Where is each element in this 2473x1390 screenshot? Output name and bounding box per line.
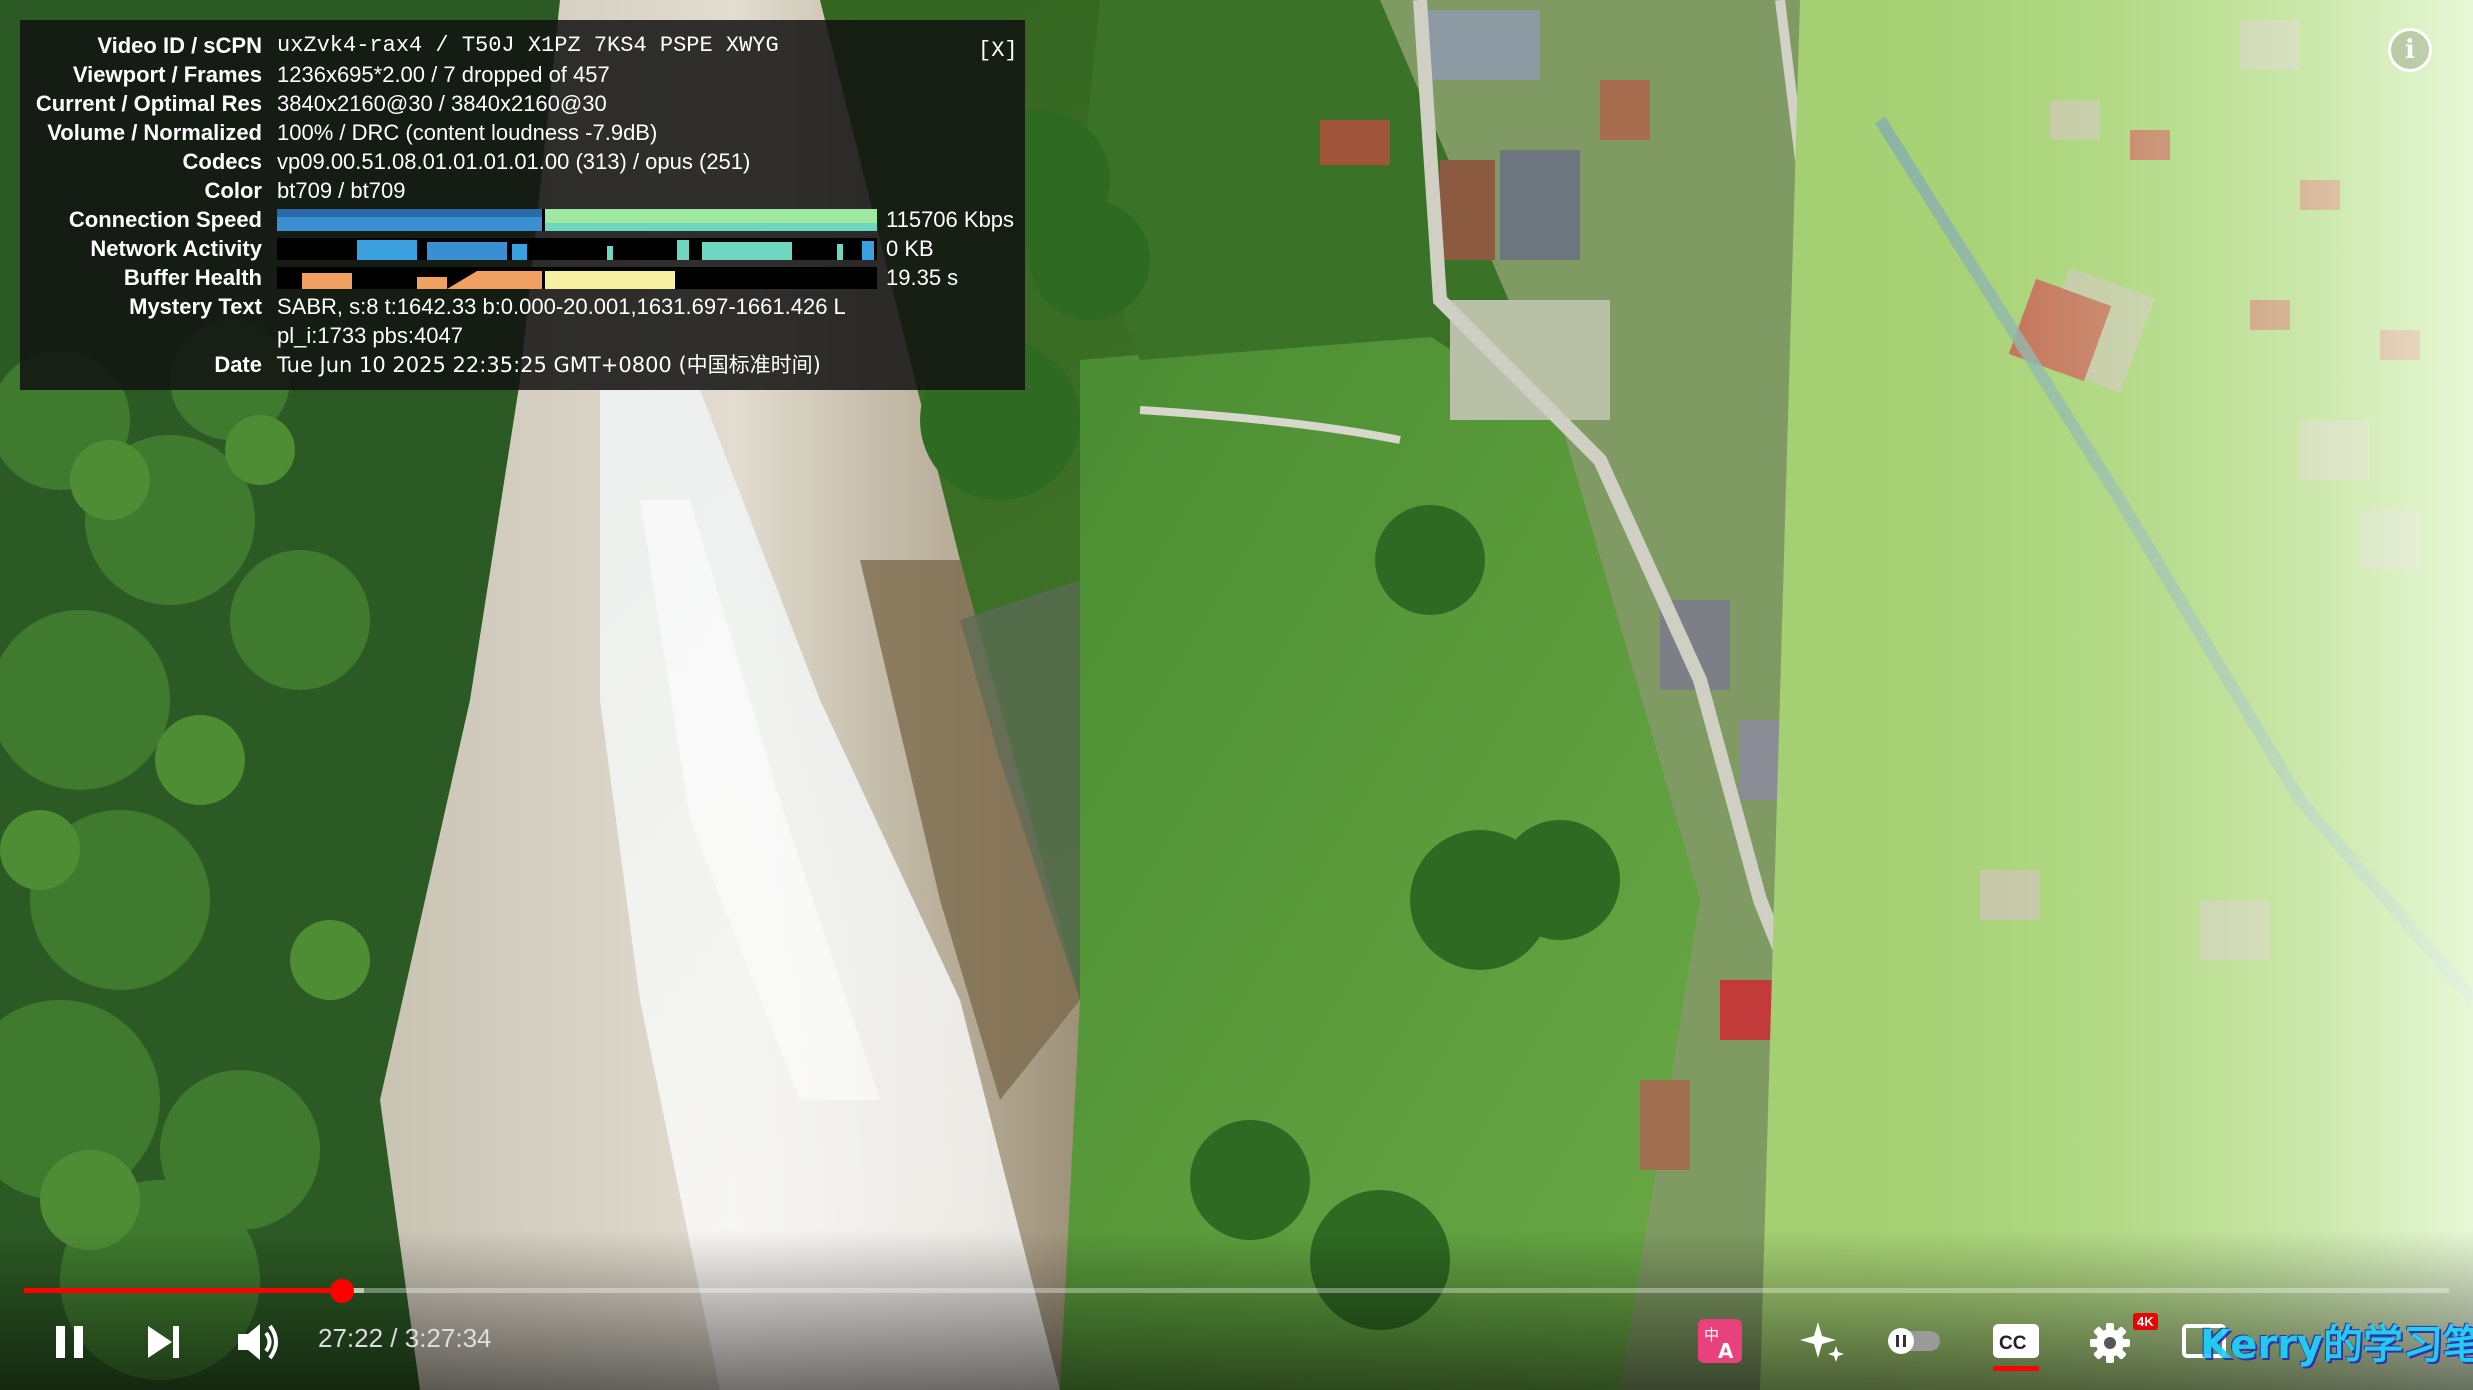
stats-row-resolution: Current / Optimal Res 3840x2160@30 / 384… [20, 90, 1020, 118]
stats-value: 1236x695*2.00 / 7 dropped of 457 [277, 62, 610, 87]
stats-label: Buffer Health [123, 265, 262, 290]
video-player[interactable]: [X] Video ID / sCPN uxZvk4-rax4 / T50J X… [0, 0, 2473, 1390]
stats-value: 100% / DRC (content loudness -7.9dB) [277, 120, 658, 145]
progress-played [24, 1288, 342, 1293]
stats-row-video-id: Video ID / sCPN uxZvk4-rax4 / T50J X1PZ … [20, 32, 1020, 60]
stats-label: Codecs [182, 149, 262, 174]
stats-label: Volume / Normalized [47, 120, 262, 145]
settings-button[interactable] [2088, 1316, 2138, 1366]
translate-icon: 中 A [1698, 1319, 1742, 1363]
stats-value: 0 KB [886, 236, 934, 261]
svg-text:中: 中 [1704, 1326, 1719, 1344]
time-display: 27:22 / 3:27:34 [318, 1323, 492, 1354]
stats-label: Video ID / sCPN [97, 33, 262, 58]
stats-value: 19.35 s [886, 265, 959, 290]
svg-text:CC: CC [1999, 1333, 2027, 1354]
stats-value: pl_i:1733 pbs:4047 [277, 323, 463, 348]
stats-row-viewport: Viewport / Frames 1236x695*2.00 / 7 drop… [20, 61, 1020, 89]
buffer-health-graph [277, 267, 877, 289]
stats-row-mystery-text-cont: pl_i:1733 pbs:4047 [20, 322, 1020, 350]
subtitles-button[interactable]: CC [1990, 1316, 2042, 1366]
translate-button[interactable]: 中 A [1696, 1316, 1744, 1366]
stats-value: 3840x2160@30 / 3840x2160@30 [277, 91, 607, 116]
stats-row-mystery-text: Mystery Text SABR, s:8 t:1642.33 b:0.000… [20, 293, 1020, 321]
stats-label: Current / Optimal Res [35, 91, 262, 116]
subtitles-icon: CC [1993, 1324, 2039, 1358]
stats-value: 115706 Kbps [886, 207, 1015, 232]
stats-for-nerds-panel: [X] Video ID / sCPN uxZvk4-rax4 / T50J X… [20, 20, 1025, 390]
stats-label: Network Activity [90, 236, 262, 261]
autoplay-toggle[interactable] [1884, 1316, 1944, 1366]
volume-button[interactable] [234, 1316, 284, 1366]
stats-row-buffer-health: Buffer Health 19.35 s [20, 264, 1020, 292]
progress-bar[interactable] [24, 1288, 2449, 1293]
channel-watermark: Kerry的学习笔记 [2200, 1322, 2473, 1368]
stats-value: SABR, s:8 t:1642.33 b:0.000-20.001,1631.… [277, 294, 846, 319]
stats-row-volume: Volume / Normalized 100% / DRC (content … [20, 119, 1020, 147]
next-button[interactable] [142, 1316, 186, 1366]
stats-label: Mystery Text [129, 294, 262, 319]
autoplay-toggle-icon [1888, 1328, 1940, 1354]
stats-value: uxZvk4-rax4 / T50J X1PZ 7KS4 PSPE XWYG [277, 33, 779, 58]
next-icon [148, 1326, 179, 1358]
stats-row-codecs: Codecs vp09.00.51.08.01.01.01.01.00 (313… [20, 148, 1020, 176]
connection-speed-graph [277, 209, 877, 231]
total-time: 3:27:34 [404, 1323, 492, 1353]
sparkle-icon [1800, 1322, 1844, 1362]
pause-icon [56, 1326, 83, 1358]
volume-icon [238, 1324, 278, 1360]
subtitles-active-indicator [1993, 1366, 2039, 1371]
svg-text:A: A [1718, 1339, 1734, 1363]
stats-value: Tue Jun 10 2025 22:35:25 GMT+0800 (中国标准时… [277, 353, 821, 377]
stats-row-color: Color bt709 / bt709 [20, 177, 1020, 205]
pause-button[interactable] [50, 1316, 90, 1366]
stats-value: vp09.00.51.08.01.01.01.01.00 (313) / opu… [277, 149, 751, 174]
settings-icon [2090, 1323, 2130, 1363]
network-activity-graph [277, 238, 877, 260]
stats-label: Viewport / Frames [72, 62, 262, 87]
time-separator: / [383, 1323, 405, 1353]
progress-scrubber-handle[interactable] [329, 1279, 354, 1303]
quality-badge: 4K [2133, 1313, 2158, 1330]
stats-label: Date [214, 352, 262, 377]
ai-sparkle-button[interactable] [1798, 1316, 1848, 1366]
stats-value: bt709 / bt709 [277, 178, 406, 203]
stats-row-network-activity: Network Activity 0 KB [20, 235, 1020, 263]
current-time: 27:22 [318, 1323, 384, 1353]
stats-row-date: Date Tue Jun 10 2025 22:35:25 GMT+0800 (… [20, 351, 1020, 379]
stats-row-connection-speed: Connection Speed 115706 Kbps [20, 206, 1020, 234]
stats-label: Color [204, 178, 262, 203]
stats-label: Connection Speed [68, 207, 262, 232]
info-icon[interactable]: i [2388, 28, 2432, 72]
